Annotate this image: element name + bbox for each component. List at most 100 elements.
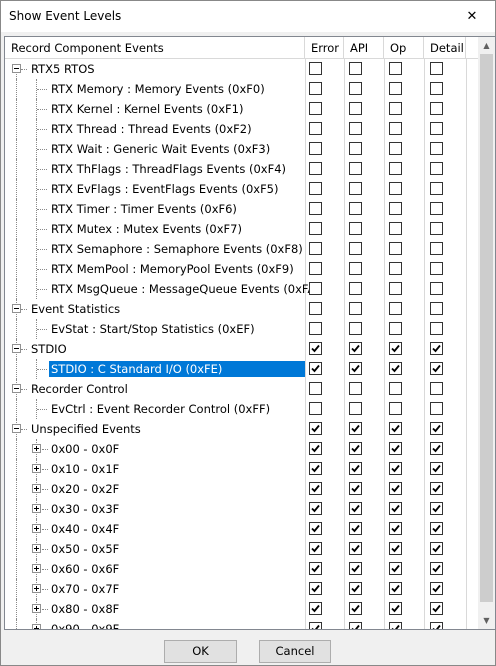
tree-item-row[interactable]: RTX ThFlags : ThreadFlags Events (0xF4)	[5, 159, 485, 179]
tree-item-row[interactable]: EvStat : Start/Stop Statistics (0xEF)	[5, 319, 485, 339]
checkbox-error[interactable]	[309, 282, 322, 295]
checkbox-detail[interactable]	[430, 322, 443, 335]
checkbox-op[interactable]	[389, 222, 402, 235]
tree-item-row[interactable]: RTX Wait : Generic Wait Events (0xF3)	[5, 139, 485, 159]
checkbox-api[interactable]	[349, 222, 362, 235]
checkbox-api[interactable]	[349, 242, 362, 255]
checkbox-error[interactable]	[309, 242, 322, 255]
checkbox-error[interactable]	[309, 122, 322, 135]
checkbox-detail[interactable]	[430, 462, 443, 475]
plus-expander-icon[interactable]	[32, 584, 41, 593]
checkbox-error[interactable]	[309, 262, 322, 275]
checkbox-api[interactable]	[349, 362, 362, 375]
checkbox-error[interactable]	[309, 222, 322, 235]
checkbox-detail[interactable]	[430, 622, 443, 629]
tree-item-row[interactable]: 0x40 - 0x4F	[5, 519, 485, 539]
tree-item-row[interactable]: 0x70 - 0x7F	[5, 579, 485, 599]
checkbox-op[interactable]	[389, 302, 402, 315]
close-button[interactable]: ✕	[449, 1, 495, 32]
checkbox-api[interactable]	[349, 602, 362, 615]
checkbox-error[interactable]	[309, 322, 322, 335]
checkbox-api[interactable]	[349, 302, 362, 315]
checkbox-op[interactable]	[389, 282, 402, 295]
checkbox-api[interactable]	[349, 582, 362, 595]
checkbox-api[interactable]	[349, 262, 362, 275]
checkbox-op[interactable]	[389, 362, 402, 375]
plus-expander-icon[interactable]	[32, 604, 41, 613]
tree-item-row[interactable]: 0x80 - 0x8F	[5, 599, 485, 619]
tree-item-row[interactable]: 0x30 - 0x3F	[5, 499, 485, 519]
checkbox-op[interactable]	[389, 82, 402, 95]
checkbox-api[interactable]	[349, 522, 362, 535]
checkbox-op[interactable]	[389, 382, 402, 395]
checkbox-error[interactable]	[309, 202, 322, 215]
checkbox-detail[interactable]	[430, 142, 443, 155]
checkbox-detail[interactable]	[430, 282, 443, 295]
checkbox-api[interactable]	[349, 442, 362, 455]
checkbox-api[interactable]	[349, 462, 362, 475]
checkbox-detail[interactable]	[430, 502, 443, 515]
checkbox-error[interactable]	[309, 422, 322, 435]
checkbox-api[interactable]	[349, 82, 362, 95]
checkbox-api[interactable]	[349, 382, 362, 395]
checkbox-op[interactable]	[389, 142, 402, 155]
checkbox-op[interactable]	[389, 422, 402, 435]
checkbox-error[interactable]	[309, 102, 322, 115]
tree-item-row[interactable]: RTX Kernel : Kernel Events (0xF1)	[5, 99, 485, 119]
plus-expander-icon[interactable]	[32, 484, 41, 493]
minus-expander-icon[interactable]	[12, 384, 21, 393]
checkbox-api[interactable]	[349, 322, 362, 335]
checkbox-error[interactable]	[309, 502, 322, 515]
checkbox-error[interactable]	[309, 342, 322, 355]
checkbox-error[interactable]	[309, 382, 322, 395]
checkbox-api[interactable]	[349, 162, 362, 175]
tree-group-row[interactable]: RTX5 RTOS	[5, 59, 485, 79]
plus-expander-icon[interactable]	[32, 564, 41, 573]
checkbox-error[interactable]	[309, 602, 322, 615]
column-header-api[interactable]: API	[344, 37, 384, 59]
tree-group-row[interactable]: Unspecified Events	[5, 419, 485, 439]
checkbox-detail[interactable]	[430, 422, 443, 435]
checkbox-op[interactable]	[389, 202, 402, 215]
checkbox-detail[interactable]	[430, 362, 443, 375]
tree-item-row[interactable]: 0x20 - 0x2F	[5, 479, 485, 499]
tree-item-row[interactable]: EvCtrl : Event Recorder Control (0xFF)	[5, 399, 485, 419]
checkbox-api[interactable]	[349, 482, 362, 495]
scroll-down-arrow-icon[interactable]: ▼	[478, 612, 495, 629]
minus-expander-icon[interactable]	[12, 424, 21, 433]
tree-item-row[interactable]: RTX EvFlags : EventFlags Events (0xF5)	[5, 179, 485, 199]
checkbox-error[interactable]	[309, 562, 322, 575]
tree-item-row[interactable]: 0x90 - 0x9F	[5, 619, 485, 629]
minus-expander-icon[interactable]	[12, 64, 21, 73]
tree-item-row[interactable]: RTX MemPool : MemoryPool Events (0xF9)	[5, 259, 485, 279]
checkbox-api[interactable]	[349, 102, 362, 115]
checkbox-op[interactable]	[389, 582, 402, 595]
checkbox-detail[interactable]	[430, 222, 443, 235]
checkbox-detail[interactable]	[430, 402, 443, 415]
checkbox-op[interactable]	[389, 262, 402, 275]
plus-expander-icon[interactable]	[32, 464, 41, 473]
tree-item-row[interactable]: RTX Thread : Thread Events (0xF2)	[5, 119, 485, 139]
checkbox-op[interactable]	[389, 622, 402, 629]
checkbox-op[interactable]	[389, 242, 402, 255]
checkbox-error[interactable]	[309, 362, 322, 375]
checkbox-error[interactable]	[309, 542, 322, 555]
checkbox-op[interactable]	[389, 102, 402, 115]
checkbox-error[interactable]	[309, 302, 322, 315]
checkbox-api[interactable]	[349, 282, 362, 295]
plus-expander-icon[interactable]	[32, 524, 41, 533]
checkbox-api[interactable]	[349, 422, 362, 435]
column-header-error[interactable]: Error	[305, 37, 344, 59]
scroll-up-arrow-icon[interactable]: ▲	[478, 37, 495, 54]
tree-item-row[interactable]: RTX Semaphore : Semaphore Events (0xF8)	[5, 239, 485, 259]
checkbox-detail[interactable]	[430, 442, 443, 455]
checkbox-error[interactable]	[309, 482, 322, 495]
checkbox-error[interactable]	[309, 522, 322, 535]
checkbox-detail[interactable]	[430, 202, 443, 215]
checkbox-op[interactable]	[389, 322, 402, 335]
checkbox-op[interactable]	[389, 182, 402, 195]
checkbox-detail[interactable]	[430, 82, 443, 95]
checkbox-error[interactable]	[309, 142, 322, 155]
checkbox-error[interactable]	[309, 462, 322, 475]
checkbox-api[interactable]	[349, 182, 362, 195]
